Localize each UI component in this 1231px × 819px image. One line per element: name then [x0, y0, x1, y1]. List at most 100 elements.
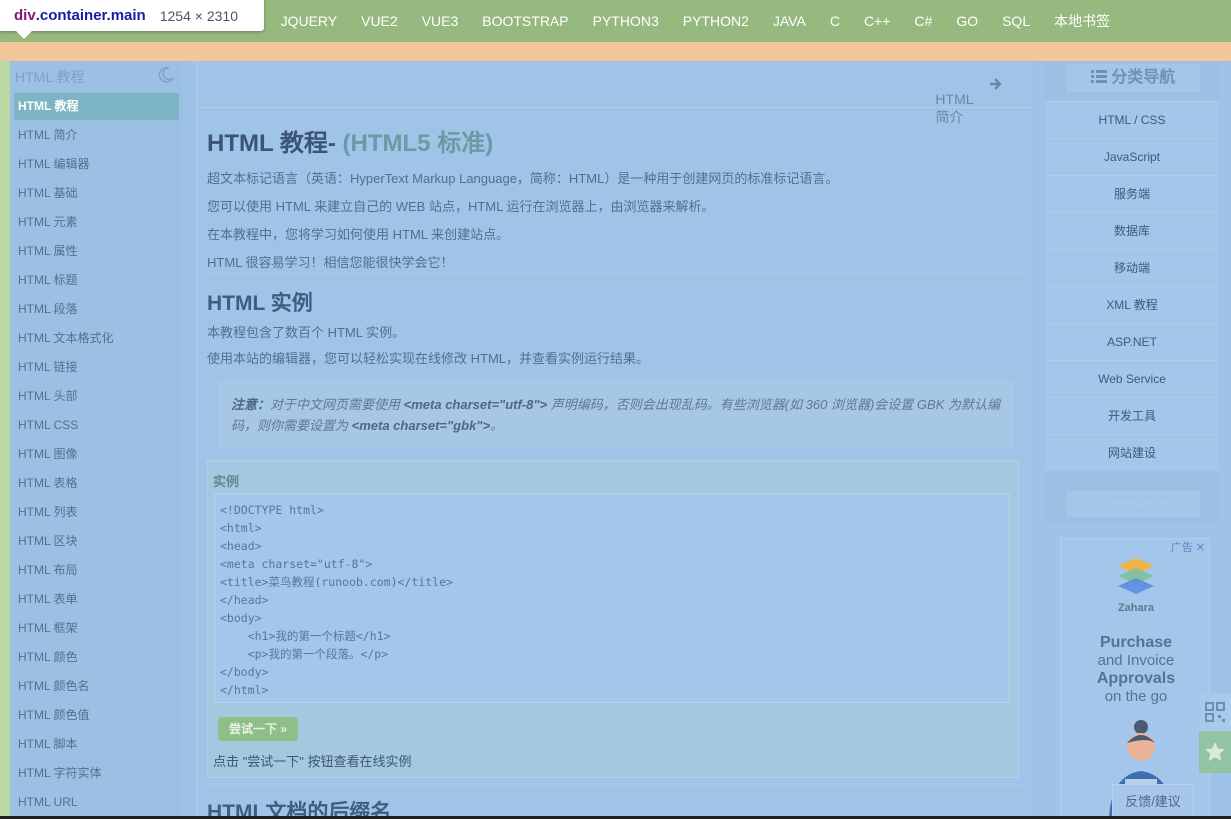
- sidebar-item[interactable]: HTML 列表: [18, 498, 114, 527]
- nav-item[interactable]: VUE2: [361, 13, 398, 29]
- example-label: 实例: [213, 474, 240, 489]
- sidebar-item[interactable]: HTML 元素: [18, 208, 114, 237]
- code-line: <body>: [220, 611, 262, 625]
- sidebar-item[interactable]: HTML 颜色: [18, 643, 114, 672]
- nav-item[interactable]: C#: [914, 13, 932, 29]
- qr-code-icon: [1205, 702, 1225, 722]
- code-line: <html>: [220, 521, 262, 535]
- sidebar-item[interactable]: HTML 编辑器: [18, 150, 114, 179]
- left-edge-strip: [0, 61, 10, 819]
- examples-paragraph: 本教程包含了数百个 HTML 实例。: [207, 325, 406, 340]
- nav-item[interactable]: PYTHON2: [683, 13, 749, 29]
- sidebar-item[interactable]: HTML 框架: [18, 614, 114, 643]
- advertisement-label: Advertisement: [1066, 491, 1200, 517]
- encoding-note: 注意：对于中文网页需要使用 <meta charset="utf-8"> 声明编…: [218, 380, 1014, 449]
- sidebar-item[interactable]: HTML 区块: [18, 527, 114, 556]
- code-line: </html>: [220, 683, 269, 697]
- try-it-button[interactable]: 尝试一下 »: [218, 717, 298, 741]
- sidebar-item-active[interactable]: HTML 教程: [14, 93, 179, 120]
- try-it-hint: 点击 "尝试一下" 按钮查看在线实例: [213, 754, 412, 769]
- announcement-bar: [0, 42, 1231, 61]
- sidebar-item[interactable]: HTML 属性: [18, 237, 114, 266]
- list-icon: [1090, 70, 1107, 83]
- nav-item[interactable]: VUE3: [422, 13, 459, 29]
- sidebar-item[interactable]: HTML 标题: [18, 266, 114, 295]
- category-item[interactable]: 服务端: [1046, 175, 1218, 212]
- category-item[interactable]: Web Service: [1046, 360, 1218, 397]
- divider: [207, 785, 1025, 786]
- sidebar-item[interactable]: HTML 段落: [18, 295, 114, 324]
- sidebar-item[interactable]: HTML 文本格式化: [18, 324, 114, 353]
- category-item[interactable]: 数据库: [1046, 212, 1218, 249]
- next-page-nav: HTML 简介: [197, 61, 1033, 125]
- code-line: <h1>我的第一个标题</h1>: [220, 629, 391, 643]
- main-content: HTML 简介 HTML 教程- (HTML5 标准) 超文本标记语言（英语：H…: [196, 61, 1033, 819]
- ad-brand: Zahara: [1117, 602, 1155, 614]
- favorite-button[interactable]: [1199, 731, 1231, 773]
- feedback-button[interactable]: 反馈/建议: [1112, 784, 1194, 819]
- category-list: HTML / CSS JavaScript 服务端 数据库 移动端 XML 教程 ASP.N…: [1046, 101, 1218, 471]
- tooltip-selector: div.container.main: [14, 7, 146, 24]
- tooltip-arrow: [16, 31, 32, 39]
- sidebar-item[interactable]: HTML 字符实体: [18, 759, 114, 788]
- category-item[interactable]: 开发工具: [1046, 397, 1218, 434]
- sidebar-item[interactable]: HTML 简介: [18, 121, 114, 150]
- advertisement-header: Advertisement: [1046, 487, 1218, 523]
- code-block: <!DOCTYPE html> <html> <head> <meta charset…: [214, 493, 1010, 703]
- category-item[interactable]: JavaScript: [1046, 138, 1218, 175]
- category-item[interactable]: ASP.NET: [1046, 323, 1218, 360]
- sidebar-item[interactable]: HTML 图像: [18, 440, 114, 469]
- intro-paragraph: HTML 很容易学习！相信您能很快学会它！: [207, 255, 454, 270]
- nav-item[interactable]: SQL: [1002, 13, 1030, 29]
- nav-item[interactable]: PYTHON3: [593, 13, 659, 29]
- code-line: </head>: [220, 593, 269, 607]
- ad-banner[interactable]: 广告 ✕ Zahara Purchase and Invoice Approva…: [1060, 538, 1210, 819]
- sidebar-item[interactable]: HTML 头部: [18, 382, 114, 411]
- intro-paragraph: 超文本标记语言（英语：HyperText Markup Language，简称：…: [207, 171, 839, 186]
- sidebar-item[interactable]: HTML 脚本: [18, 730, 114, 759]
- nav-item[interactable]: C++: [864, 13, 890, 29]
- zahara-logo: [1118, 558, 1154, 594]
- nav-item[interactable]: C: [830, 13, 840, 29]
- code-line: <title>菜鸟教程(runoob.com)</title>: [220, 575, 453, 589]
- code-line: </body>: [220, 665, 269, 679]
- next-page-link[interactable]: HTML 简介: [935, 76, 1003, 125]
- sidebar-item[interactable]: HTML 表格: [18, 469, 114, 498]
- intro-paragraph: 您可以使用 HTML 来建立自己的 WEB 站点，HTML 运行在浏览器上，由浏…: [207, 199, 715, 214]
- sidebar-item[interactable]: HTML 颜色值: [18, 701, 114, 730]
- tooltip-dimensions: 1254 × 2310: [159, 7, 238, 24]
- qr-code-button[interactable]: [1199, 693, 1231, 731]
- sidebar-item[interactable]: HTML 颜色名: [18, 672, 114, 701]
- arrow-right-icon: [990, 78, 1002, 90]
- moon-icon[interactable]: [157, 66, 175, 84]
- category-item[interactable]: XML 教程: [1046, 286, 1218, 323]
- nav-item[interactable]: JQUERY: [281, 13, 338, 29]
- category-item[interactable]: 网站建设: [1046, 434, 1218, 471]
- sidebar-item[interactable]: HTML URL: [18, 788, 114, 817]
- sidebar-list: HTML 简介 HTML 编辑器 HTML 基础 HTML 元素 HTML 属性 HTML…: [18, 121, 114, 817]
- nav-items: TJQUERYVUE2VUE3BOOTSTRAPPYTHON3PYTHON2JA…: [224, 0, 1134, 42]
- sidebar-item[interactable]: HTML 布局: [18, 556, 114, 585]
- page-subtitle: (HTML5 标准): [342, 130, 494, 157]
- nav-item[interactable]: GO: [956, 13, 978, 29]
- code-line: <head>: [220, 539, 262, 553]
- category-nav-title: 分类导航: [1066, 64, 1200, 92]
- code-line: <p>我的第一个段落。</p>: [220, 647, 389, 661]
- ad-copy: Purchase and Invoice Approvals on the go: [1096, 634, 1176, 705]
- sidebar-item[interactable]: HTML 表单: [18, 585, 114, 614]
- page-title: HTML 教程- (HTML5 标准): [207, 130, 494, 157]
- ad-tag[interactable]: 广告 ✕: [1171, 539, 1205, 555]
- examples-paragraph: 使用本站的编辑器，您可以轻松实现在线修改 HTML，并查看实例运行结果。: [207, 351, 650, 366]
- category-item[interactable]: 移动端: [1046, 249, 1218, 286]
- sidebar-item[interactable]: HTML 基础: [18, 179, 114, 208]
- sidebar-item[interactable]: HTML CSS: [18, 411, 114, 440]
- sidebar: HTML 教程 HTML 教程 HTML 简介 HTML 编辑器 HTML 基础 HT…: [10, 61, 182, 819]
- sidebar-item[interactable]: HTML 链接: [18, 353, 114, 382]
- nav-item[interactable]: BOOTSTRAP: [482, 13, 568, 29]
- code-line: <meta charset="utf-8">: [220, 557, 373, 571]
- category-item[interactable]: HTML / CSS: [1046, 101, 1218, 138]
- intro-paragraph: 在本教程中，您将学习如何使用 HTML 来创建站点。: [207, 227, 510, 242]
- nav-item[interactable]: 本地书签: [1054, 11, 1110, 31]
- example-box: 实例 <!DOCTYPE html> <html> <head> <meta char…: [207, 460, 1019, 778]
- nav-item[interactable]: JAVA: [773, 13, 806, 29]
